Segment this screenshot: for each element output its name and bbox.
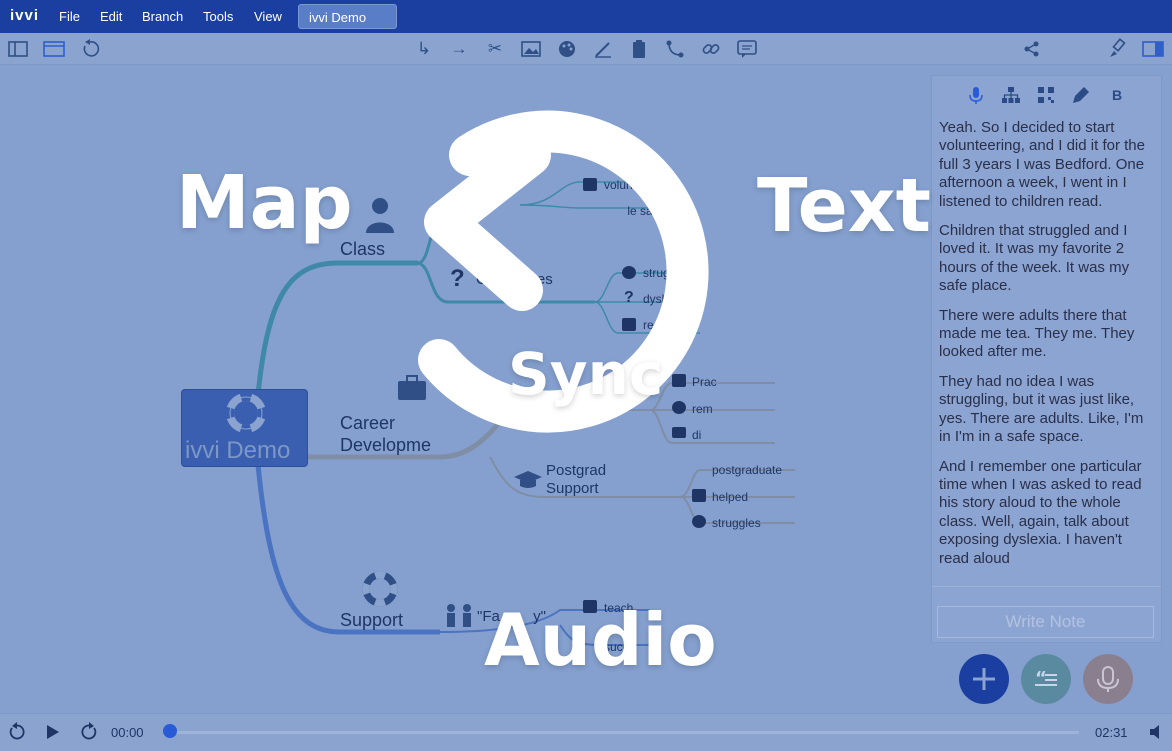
overlay-sync-label: Sync — [508, 340, 664, 408]
overlay-text-label: Text — [757, 163, 931, 249]
overlay-map-label: Map — [176, 160, 353, 246]
overlay-audio-label: Audio — [484, 598, 717, 682]
